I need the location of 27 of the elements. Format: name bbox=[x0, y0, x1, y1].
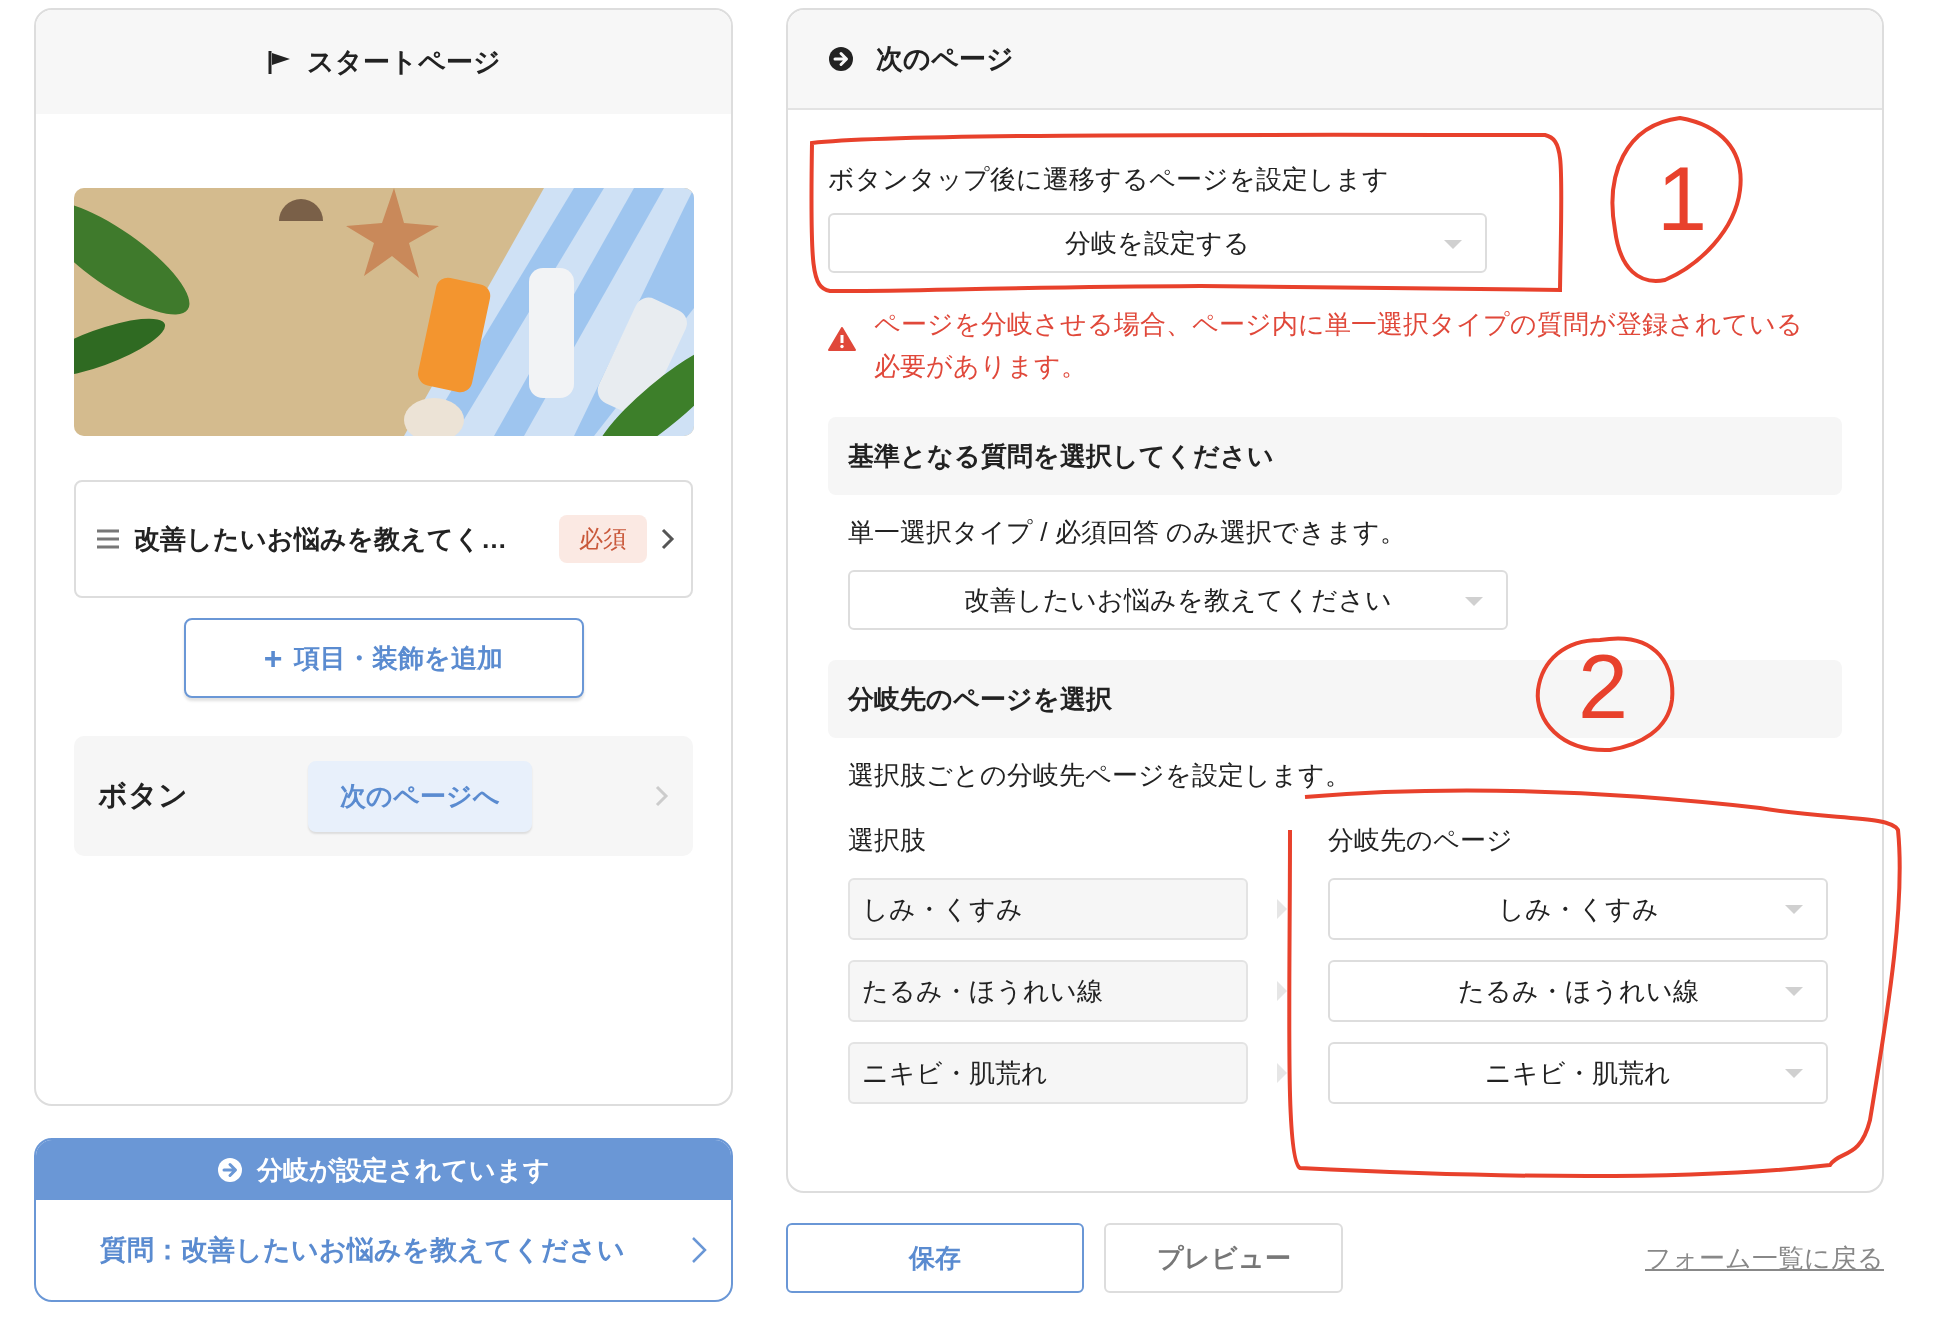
preview-button[interactable]: プレビュー bbox=[1104, 1223, 1343, 1293]
transition-select[interactable]: 分岐を設定する bbox=[828, 213, 1487, 273]
column-header: 選択肢 bbox=[848, 824, 927, 857]
question-item[interactable]: 改善したいお悩みを教えてく… 必須 bbox=[74, 480, 693, 598]
question-select[interactable]: 改善したいお悩みを教えてください bbox=[848, 570, 1508, 630]
notice-title: 分岐が設定されています bbox=[257, 1153, 550, 1187]
choice-field: ニキビ・肌荒れ bbox=[848, 1042, 1248, 1104]
question-label: 改善したいお悩みを教えてく… bbox=[134, 522, 508, 556]
target-page-select[interactable]: たるみ・ほうれい線 bbox=[1328, 960, 1828, 1022]
circled-number: 1 bbox=[1610, 116, 1743, 283]
row-label: ボタン bbox=[98, 778, 189, 813]
section-header: 基準となる質問を選択してください bbox=[828, 417, 1842, 495]
warning-text: ページを分岐させる場合、ページ内に単一選択タイプの質問が登録されている必要があります。 bbox=[874, 308, 1804, 383]
hint-text: 選択肢ごとの分岐先ページを設定します。 bbox=[848, 759, 1352, 792]
target-page-select[interactable]: しみ・くすみ bbox=[1328, 878, 1828, 940]
panel-title: スタートページ bbox=[306, 46, 501, 79]
button-settings-row[interactable]: ボタン 次のページへ bbox=[74, 736, 693, 856]
panel-title: 次のページ bbox=[876, 43, 1014, 76]
description-text: ボタンタップ後に遷移するページを設定します bbox=[828, 163, 1390, 196]
target-page-select[interactable]: ニキビ・肌荒れ bbox=[1328, 1042, 1828, 1104]
circled-number: 2 bbox=[1535, 636, 1675, 752]
choice-field: しみ・くすみ bbox=[848, 878, 1248, 940]
choice-field: たるみ・ほうれい線 bbox=[848, 960, 1248, 1022]
back-link[interactable]: フォーム一覧に戻る bbox=[1645, 1240, 1884, 1276]
column-header: 分岐先のページ bbox=[1328, 824, 1514, 857]
required-badge: 必須 bbox=[559, 515, 647, 563]
hint-text: 単一選択タイプ / 必須回答 のみ選択できます。 bbox=[848, 516, 1407, 549]
